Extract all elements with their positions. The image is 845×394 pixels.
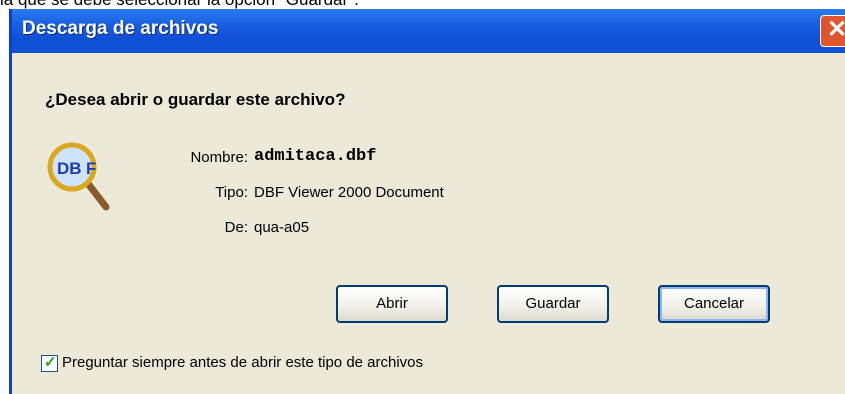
cancel-button[interactable]: Cancelar — [658, 285, 770, 323]
save-button[interactable]: Guardar — [497, 285, 609, 323]
nombre-value: admitaca.dbf — [254, 147, 377, 166]
de-value: qua-a05 — [254, 219, 310, 236]
tipo-value: DBF Viewer 2000 Document — [254, 184, 444, 201]
dialog-title: Descarga de archivos — [22, 18, 219, 39]
dialog-question: ¿Desea abrir o guardar este archivo? — [45, 90, 346, 109]
open-button[interactable]: Abrir — [336, 285, 448, 323]
close-icon[interactable]: ✕ — [820, 15, 845, 47]
always-ask-label: Preguntar siempre antes de abrir este ti… — [62, 354, 424, 371]
de-label: De: — [224, 219, 248, 236]
field-tipo: Tipo: DBF Viewer 2000 Document — [12, 184, 845, 206]
field-nombre: Nombre: admitaca.dbf — [12, 147, 845, 171]
title-bar[interactable]: Descarga de archivos ✕ — [12, 9, 845, 53]
always-ask-checkbox[interactable]: ✓ — [41, 354, 58, 372]
tipo-label: Tipo: — [215, 184, 248, 201]
field-de: De: qua-a05 — [12, 219, 845, 241]
file-download-dialog: Descarga de archivos ✕ ¿Desea abrir o gu… — [9, 9, 845, 394]
checkmark-icon: ✓ — [44, 354, 57, 371]
nombre-label: Nombre: — [190, 149, 248, 166]
